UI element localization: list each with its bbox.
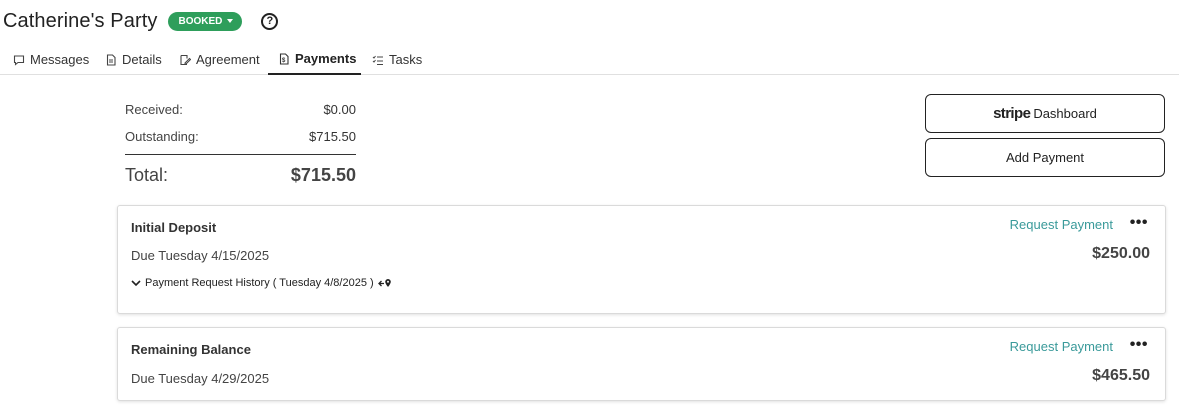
tab-label: Agreement xyxy=(196,52,260,67)
svg-text:$: $ xyxy=(282,58,286,64)
total-row: Total: $715.50 xyxy=(125,155,356,196)
payment-title: Initial Deposit xyxy=(131,220,217,235)
chevron-down-icon xyxy=(131,280,141,287)
request-payment-link[interactable]: Request Payment xyxy=(1010,217,1113,232)
more-options-icon[interactable]: ••• xyxy=(1130,214,1148,232)
tab-tasks[interactable]: Tasks xyxy=(372,44,422,75)
tab-label: Tasks xyxy=(389,52,423,67)
history-label: Payment Request History ( Tuesday 4/8/20… xyxy=(145,277,374,289)
payment-card: Initial Deposit Request Payment ••• Due … xyxy=(117,205,1166,314)
outstanding-value: $715.50 xyxy=(309,129,356,144)
total-label: Total: xyxy=(125,165,169,185)
outstanding-row: Outstanding: $715.50 xyxy=(125,123,356,150)
more-options-icon[interactable]: ••• xyxy=(1130,336,1148,354)
payment-request-history-toggle[interactable]: Payment Request History ( Tuesday 4/8/20… xyxy=(131,277,392,289)
payment-amount: $250.00 xyxy=(1092,245,1150,262)
tab-details[interactable]: Details xyxy=(105,44,162,75)
tab-label: Payments xyxy=(295,51,357,66)
add-payment-button[interactable]: Add Payment xyxy=(925,138,1165,177)
help-icon[interactable]: ? xyxy=(261,12,279,30)
invoice-icon: $ xyxy=(279,52,289,65)
tab-agreement[interactable]: Agreement xyxy=(179,44,260,75)
page-header: Catherine's Party BOOKED ? xyxy=(3,8,279,34)
payment-amount: $465.50 xyxy=(1092,367,1150,384)
tab-label: Messages xyxy=(30,52,90,67)
total-value: $715.50 xyxy=(290,165,356,185)
payment-due-date: Due Tuesday 4/29/2025 xyxy=(131,371,270,386)
tab-label: Details xyxy=(122,52,162,67)
chevron-down-icon xyxy=(227,19,234,23)
received-row: Received: $0.00 xyxy=(125,96,356,123)
stripe-dashboard-button[interactable]: stripe Dashboard xyxy=(925,94,1165,133)
payment-title: Remaining Balance xyxy=(131,342,251,357)
signature-icon xyxy=(180,54,191,65)
status-badge[interactable]: BOOKED xyxy=(168,11,243,31)
tab-bar: Messages Details Agreement $ Payments Ta… xyxy=(0,44,1179,75)
send-location-icon xyxy=(377,278,391,287)
status-label: BOOKED xyxy=(178,15,223,27)
page-title: Catherine's Party xyxy=(3,9,158,32)
tab-payments[interactable]: $ Payments xyxy=(268,44,361,75)
tab-messages[interactable]: Messages xyxy=(13,44,89,75)
payment-card: Remaining Balance Request Payment ••• Du… xyxy=(117,327,1166,401)
stripe-dashboard-label: Dashboard xyxy=(1033,106,1097,121)
checklist-icon xyxy=(372,55,383,65)
received-label: Received: xyxy=(125,102,183,117)
payment-due-date: Due Tuesday 4/15/2025 xyxy=(131,248,270,263)
stripe-logo: stripe xyxy=(993,105,1031,122)
message-icon xyxy=(13,54,25,66)
payment-summary: Received: $0.00 Outstanding: $715.50 Tot… xyxy=(125,96,356,196)
request-payment-link[interactable]: Request Payment xyxy=(1010,339,1113,354)
received-value: $0.00 xyxy=(323,102,356,117)
document-icon xyxy=(106,53,116,66)
outstanding-label: Outstanding: xyxy=(125,129,199,144)
